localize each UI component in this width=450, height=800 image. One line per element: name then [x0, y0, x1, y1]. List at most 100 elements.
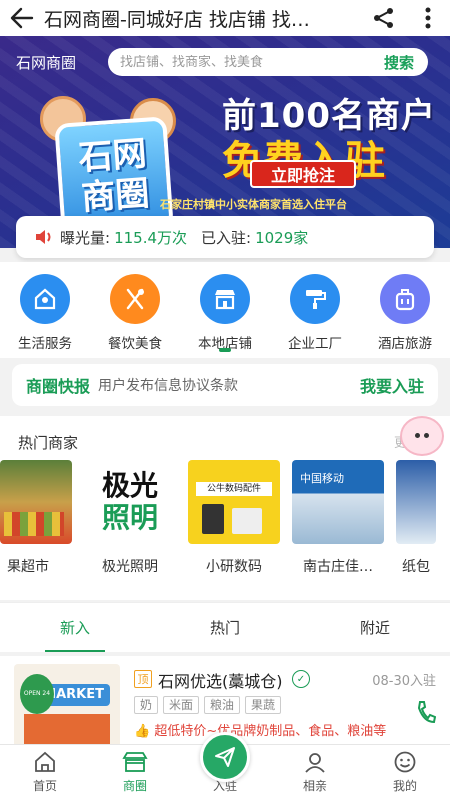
shop-icon [122, 752, 148, 772]
category-label: 企业工厂 [288, 336, 342, 352]
merchant-image: 公牛数码配件 [188, 460, 280, 544]
news-text[interactable]: 用户发布信息协议条款 [98, 375, 360, 395]
category-label: 餐饮美食 [108, 336, 162, 352]
merchant-card[interactable]: 极光 照明 极光照明 [84, 460, 176, 580]
merchant-name: 纸包 [402, 559, 430, 575]
news-tag: 商圈快报 [26, 377, 91, 396]
tab-nearby[interactable]: 附近 [300, 603, 450, 652]
tab-new[interactable]: 新入 [0, 603, 150, 652]
luggage-icon [395, 289, 415, 311]
title-bar: 石网商圈-同城好店 找店铺 找… [0, 0, 450, 36]
product-image [202, 504, 224, 534]
listing-description: 👍 超低特价~优品牌奶制品、食品、粮油等 [134, 720, 404, 739]
tag-chip: 米面 [163, 696, 200, 714]
merchant-logo-text: 照明 [101, 501, 158, 534]
search-input[interactable] [120, 54, 370, 70]
open-24-badge: OPEN 24 HOURS [20, 674, 54, 737]
back-arrow-icon [10, 7, 34, 29]
category-icon-bg [200, 274, 250, 324]
merchant-carousel: 果超市 极光 照明 极光照明 公牛数码配件 小研数码 中国移动 南古庄佳… 纸包 [0, 460, 450, 580]
listing-description-text: 超低特价~优品牌奶制品、食品、粮油等 [154, 724, 387, 739]
nav-home[interactable]: 首页 [0, 745, 90, 800]
nav-dating[interactable]: 相亲 [270, 745, 360, 800]
merchant-name: 果超市 [7, 559, 49, 575]
merchant-name: 小研数码 [206, 559, 262, 575]
search-bar[interactable]: 搜索 [108, 48, 428, 76]
nav-label: 我的 [392, 779, 417, 793]
joined-value: 1029家 [255, 228, 309, 247]
category-icon-bg [20, 274, 70, 324]
merchant-image: 中国移动 [292, 460, 384, 544]
join-fab-button[interactable] [200, 732, 250, 782]
listing-tabs: 新入 热门 附近 [0, 602, 450, 652]
category-local-store[interactable]: 本地店铺 [180, 262, 270, 358]
news-bar: 商圈快报 用户发布信息协议条款 我要入驻 [12, 364, 438, 406]
tag-chip: 粮油 [204, 696, 241, 714]
pig-mascot-icon [400, 416, 444, 456]
top-badge: 顶 [134, 670, 152, 688]
search-button[interactable]: 搜索 [370, 52, 428, 73]
logo-text-line1: 石网 [77, 133, 148, 179]
merchant-card[interactable]: 果超市 [0, 460, 72, 580]
logo-text-line2: 商圈 [80, 173, 151, 219]
share-icon [374, 8, 393, 28]
merchant-sign-text: 中国移动 [300, 472, 344, 485]
merchant-name: 南古庄佳… [303, 559, 373, 575]
more-vertical-icon [425, 7, 431, 29]
merchant-image: 极光 照明 [84, 460, 176, 544]
product-image [232, 508, 262, 534]
more-button[interactable] [406, 0, 450, 36]
merchant-logo-text: 极光 [101, 469, 158, 502]
shop-front [24, 714, 110, 748]
page-title: 石网商圈-同城好店 找店铺 找… [44, 8, 310, 31]
thumb-up-icon: 👍 [134, 724, 151, 739]
person-icon [305, 753, 325, 773]
store-icon [215, 290, 235, 310]
nav-mine[interactable]: 我的 [360, 745, 450, 800]
category-icon-bg [380, 274, 430, 324]
home-location-icon [34, 288, 56, 310]
category-hotel-travel[interactable]: 酒店旅游 [360, 262, 450, 358]
banner-tagline: 石家庄村镇中小实体商家首选入住平台 [160, 198, 347, 211]
merchant-card[interactable]: 中国移动 南古庄佳… [292, 460, 384, 580]
listing-thumbnail: MARKET OPEN 24 HOURS [14, 664, 120, 748]
category-food[interactable]: 餐饮美食 [90, 262, 180, 358]
send-icon [215, 747, 235, 767]
category-factory[interactable]: 企业工厂 [270, 262, 360, 358]
category-life-service[interactable]: 生活服务 [0, 262, 90, 358]
fruit-display [4, 512, 64, 536]
fork-spoon-icon [126, 288, 144, 310]
category-label: 酒店旅游 [378, 336, 432, 352]
back-button[interactable] [0, 0, 44, 36]
merchant-image [396, 460, 436, 544]
joined-label: 已入驻: [201, 228, 252, 247]
merchant-card[interactable]: 公牛数码配件 小研数码 [188, 460, 280, 580]
merchant-sign-text: 公牛数码配件 [196, 482, 272, 496]
paint-roller-icon [306, 290, 326, 309]
tag-chip: 奶 [134, 696, 159, 714]
phone-button[interactable] [414, 698, 438, 726]
tag-chip: 果蔬 [245, 696, 282, 714]
category-grid: 生活服务 餐饮美食 本地店铺 企业工厂 酒店旅游 [0, 262, 450, 358]
tab-hot[interactable]: 热门 [150, 603, 300, 652]
page-indicator [219, 348, 231, 352]
listing-name: 石网优选(藁城仓) [158, 672, 283, 691]
listing-date: 08-30入驻 [372, 674, 436, 689]
category-icon-bg [110, 274, 160, 324]
join-button[interactable]: 我要入驻 [360, 373, 424, 397]
merchant-name: 极光照明 [102, 559, 158, 575]
smile-icon [394, 751, 416, 773]
nav-label: 首页 [32, 779, 57, 793]
merchant-image [0, 460, 72, 544]
merchant-card[interactable]: 纸包 [396, 460, 436, 580]
app-screen: 石网商圈-同城好店 找店铺 找… 石网商圈 搜索 石网 商圈 前100名商户 免… [0, 0, 450, 800]
verified-icon: ✓ [292, 670, 310, 688]
exposure-value: 115.4万次 [114, 228, 188, 247]
register-now-button[interactable]: 立即抢注 [250, 160, 356, 188]
exposure-label: 曝光量: [60, 228, 111, 247]
share-button[interactable] [362, 0, 406, 36]
category-label: 生活服务 [18, 336, 72, 352]
nav-business-circle[interactable]: 商圈 [90, 745, 180, 800]
hot-merchants-section: 热门商家 更多 果超市 极光 照明 极光照明 公牛数码配件 [0, 416, 450, 600]
phone-icon [417, 701, 436, 724]
